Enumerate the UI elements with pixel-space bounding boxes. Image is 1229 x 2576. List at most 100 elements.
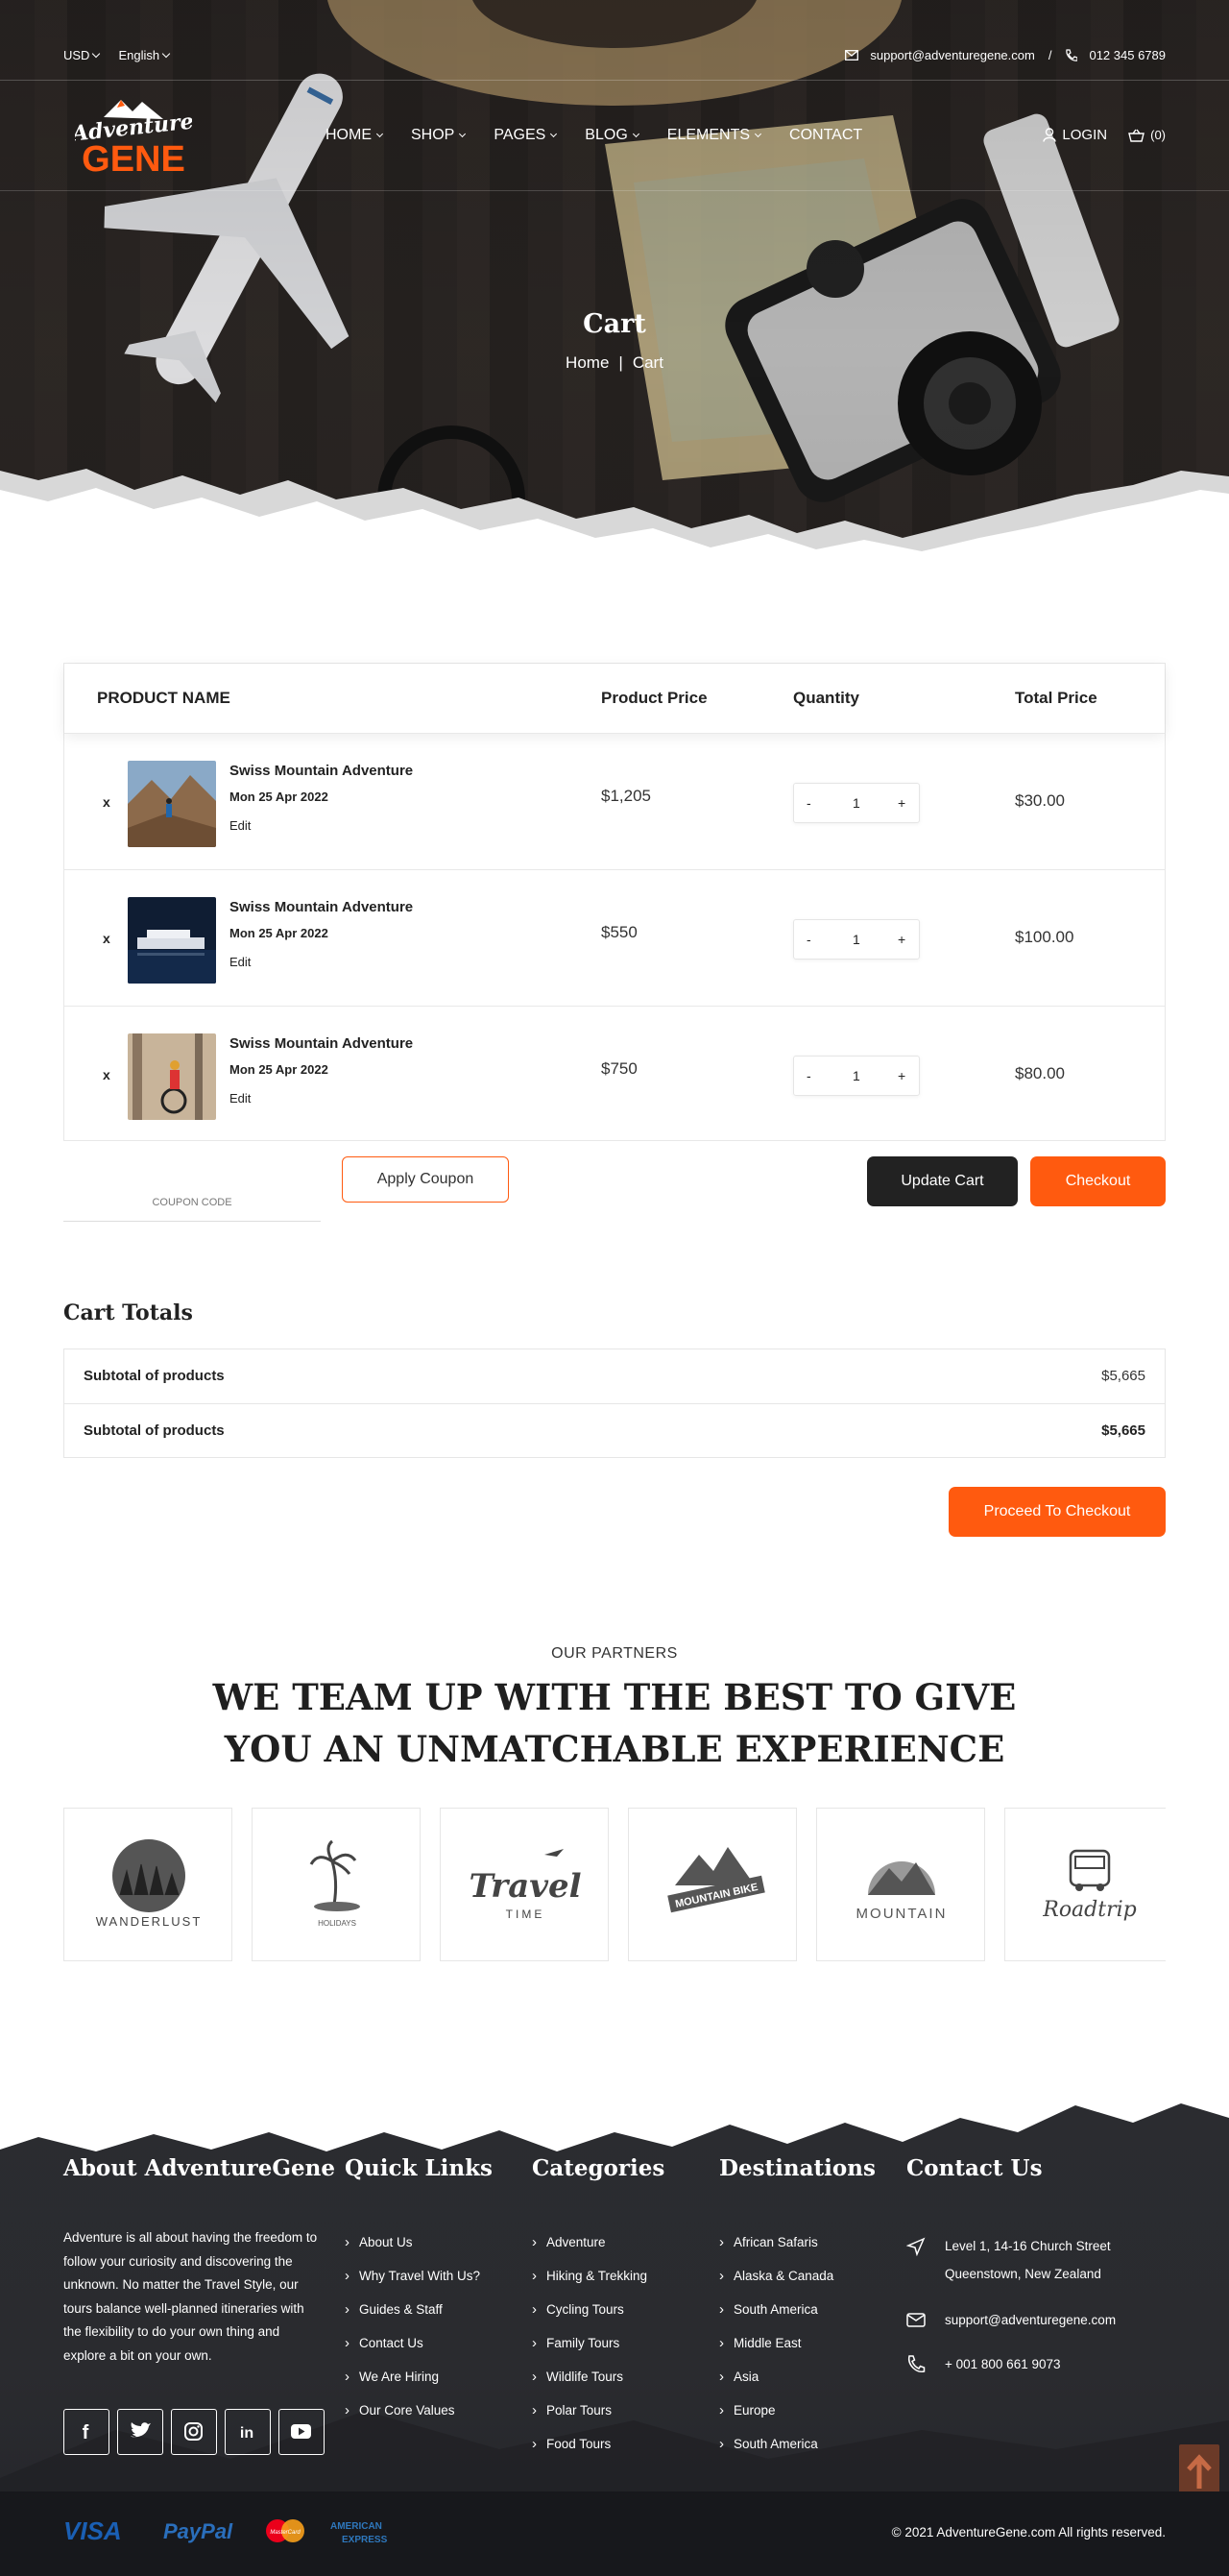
- partner-logo-card[interactable]: Roadtrip: [1004, 1808, 1166, 1961]
- facebook-icon[interactable]: f: [63, 2409, 109, 2455]
- product-thumbnail[interactable]: [128, 897, 216, 984]
- svg-text:in: in: [240, 2425, 253, 2442]
- nav-item-blog[interactable]: BLOG: [585, 127, 639, 144]
- language-select[interactable]: English: [118, 48, 171, 62]
- footer-about-title: About AdventureGene: [63, 2155, 335, 2181]
- partner-logo-card[interactable]: MOUNTAIN: [816, 1808, 985, 1961]
- line-total: $80.00: [1015, 1064, 1065, 1082]
- instagram-icon[interactable]: [171, 2409, 217, 2455]
- quantity-value[interactable]: 1: [853, 932, 860, 947]
- topbar-email-link[interactable]: support@adventuregene.com: [870, 48, 1034, 62]
- topbar-phone-link[interactable]: 012 345 6789: [1089, 48, 1166, 62]
- footer-link[interactable]: Polar Tours: [532, 2402, 647, 2436]
- edit-link[interactable]: Edit: [229, 955, 251, 969]
- page-title: Cart: [583, 309, 646, 339]
- quantity-stepper: - 1 +: [793, 919, 920, 960]
- login-link[interactable]: LOGIN: [1043, 127, 1107, 143]
- product-thumbnail[interactable]: [128, 761, 216, 847]
- footer-link[interactable]: We Are Hiring: [345, 2369, 480, 2402]
- nav-item-pages[interactable]: PAGES: [494, 127, 558, 144]
- totals-value: $5,665: [1101, 1422, 1145, 1439]
- edit-link[interactable]: Edit: [229, 818, 251, 833]
- edit-link[interactable]: Edit: [229, 1091, 251, 1106]
- footer-link[interactable]: Guides & Staff: [345, 2301, 480, 2335]
- nav-label: HOME: [325, 127, 372, 143]
- nav-item-home[interactable]: HOME: [325, 127, 384, 144]
- footer-link[interactable]: Family Tours: [532, 2335, 647, 2369]
- product-date: Mon 25 Apr 2022: [229, 926, 328, 940]
- line-total: $30.00: [1015, 791, 1065, 810]
- amex-icon: AMERICAN EXPRESS: [330, 2521, 388, 2545]
- main-menu: HOME SHOP PAGES BLOG ELEMENTS CONTACT: [325, 127, 862, 144]
- quantity-decrease-button[interactable]: -: [807, 795, 811, 811]
- footer-link[interactable]: South America: [719, 2301, 833, 2335]
- remove-item-button[interactable]: x: [103, 931, 110, 946]
- proceed-to-checkout-button[interactable]: Proceed To Checkout: [949, 1487, 1166, 1537]
- product-name[interactable]: Swiss Mountain Adventure: [229, 763, 413, 779]
- breadcrumb-separator: |: [618, 353, 623, 372]
- quantity-value[interactable]: 1: [853, 1068, 860, 1083]
- partner-logo-card[interactable]: HOLIDAYS: [252, 1808, 421, 1961]
- quantity-value[interactable]: 1: [853, 795, 860, 811]
- nav-label: CONTACT: [789, 127, 863, 143]
- twitter-icon[interactable]: [117, 2409, 163, 2455]
- footer-link[interactable]: Middle East: [719, 2335, 833, 2369]
- footer-link[interactable]: Why Travel With Us?: [345, 2268, 480, 2301]
- update-cart-button[interactable]: Update Cart: [867, 1156, 1018, 1206]
- remove-item-button[interactable]: x: [103, 1067, 110, 1082]
- svg-text:VISA: VISA: [63, 2516, 122, 2545]
- quick-links-list: About Us Why Travel With Us? Guides & St…: [345, 2234, 480, 2436]
- nav-item-elements[interactable]: ELEMENTS: [667, 127, 762, 144]
- footer-link[interactable]: Our Core Values: [345, 2402, 480, 2436]
- partner-logo-card[interactable]: WANDERLUST: [63, 1808, 232, 1961]
- svg-text:f: f: [83, 2422, 89, 2443]
- partner-logo-card[interactable]: Travel TIME: [440, 1808, 609, 1961]
- quantity-decrease-button[interactable]: -: [807, 1068, 811, 1083]
- header-total: Total Price: [1015, 689, 1097, 707]
- palm-tree-icon: HOLIDAYS: [309, 1839, 360, 1928]
- footer-link[interactable]: About Us: [345, 2234, 480, 2268]
- cart-totals-title: Cart Totals: [63, 1300, 193, 1325]
- footer-link[interactable]: Alaska & Canada: [719, 2268, 833, 2301]
- quantity-increase-button[interactable]: +: [898, 932, 905, 947]
- cart-table-header: PRODUCT NAME Product Price Quantity Tota…: [64, 664, 1165, 733]
- footer-link[interactable]: Asia: [719, 2369, 833, 2402]
- footer-link[interactable]: Wildlife Tours: [532, 2369, 647, 2402]
- mail-icon: [906, 2313, 926, 2327]
- product-thumbnail[interactable]: [128, 1033, 216, 1120]
- footer-link[interactable]: Europe: [719, 2402, 833, 2436]
- paypal-icon: PayPal: [163, 2519, 233, 2543]
- linkedin-icon[interactable]: in: [225, 2409, 271, 2455]
- currency-select[interactable]: USD: [63, 48, 101, 62]
- footer-link[interactable]: Hiking & Trekking: [532, 2268, 647, 2301]
- footer-link[interactable]: Adventure: [532, 2234, 647, 2268]
- footer-email-link[interactable]: support@adventuregene.com: [945, 2306, 1116, 2334]
- apply-coupon-button[interactable]: Apply Coupon: [342, 1156, 509, 1203]
- partner-logo-text: Roadtrip: [1042, 1898, 1137, 1922]
- footer-link[interactable]: Contact Us: [345, 2335, 480, 2369]
- coupon-code-input[interactable]: COUPON CODE: [63, 1185, 321, 1222]
- logo-text-bottom: GENE: [82, 139, 185, 177]
- breadcrumb-home[interactable]: Home: [566, 353, 609, 372]
- quantity-decrease-button[interactable]: -: [807, 932, 811, 947]
- youtube-icon[interactable]: [278, 2409, 325, 2455]
- footer-link[interactable]: Cycling Tours: [532, 2301, 647, 2335]
- quantity-increase-button[interactable]: +: [898, 795, 905, 811]
- product-name[interactable]: Swiss Mountain Adventure: [229, 1035, 413, 1052]
- chevron-down-icon: [375, 130, 384, 138]
- checkout-button[interactable]: Checkout: [1030, 1156, 1166, 1206]
- nav-item-contact[interactable]: CONTACT: [789, 127, 862, 144]
- footer-phone-link[interactable]: + 001 800 661 9073: [945, 2350, 1061, 2378]
- product-name[interactable]: Swiss Mountain Adventure: [229, 899, 413, 915]
- footer-link[interactable]: Food Tours: [532, 2436, 647, 2469]
- remove-item-button[interactable]: x: [103, 794, 110, 810]
- site-logo[interactable]: Adventure GENE: [75, 96, 192, 177]
- cart-link[interactable]: (0): [1128, 128, 1166, 142]
- footer-link[interactable]: African Safaris: [719, 2234, 833, 2268]
- nav-item-shop[interactable]: SHOP: [411, 127, 467, 144]
- partner-logo-card[interactable]: MOUNTAIN BIKE: [628, 1808, 797, 1961]
- svg-text:PayPal: PayPal: [163, 2519, 233, 2543]
- footer-link[interactable]: South America: [719, 2436, 833, 2469]
- quantity-increase-button[interactable]: +: [898, 1068, 905, 1083]
- footer-quick-links-title: Quick Links: [345, 2155, 493, 2181]
